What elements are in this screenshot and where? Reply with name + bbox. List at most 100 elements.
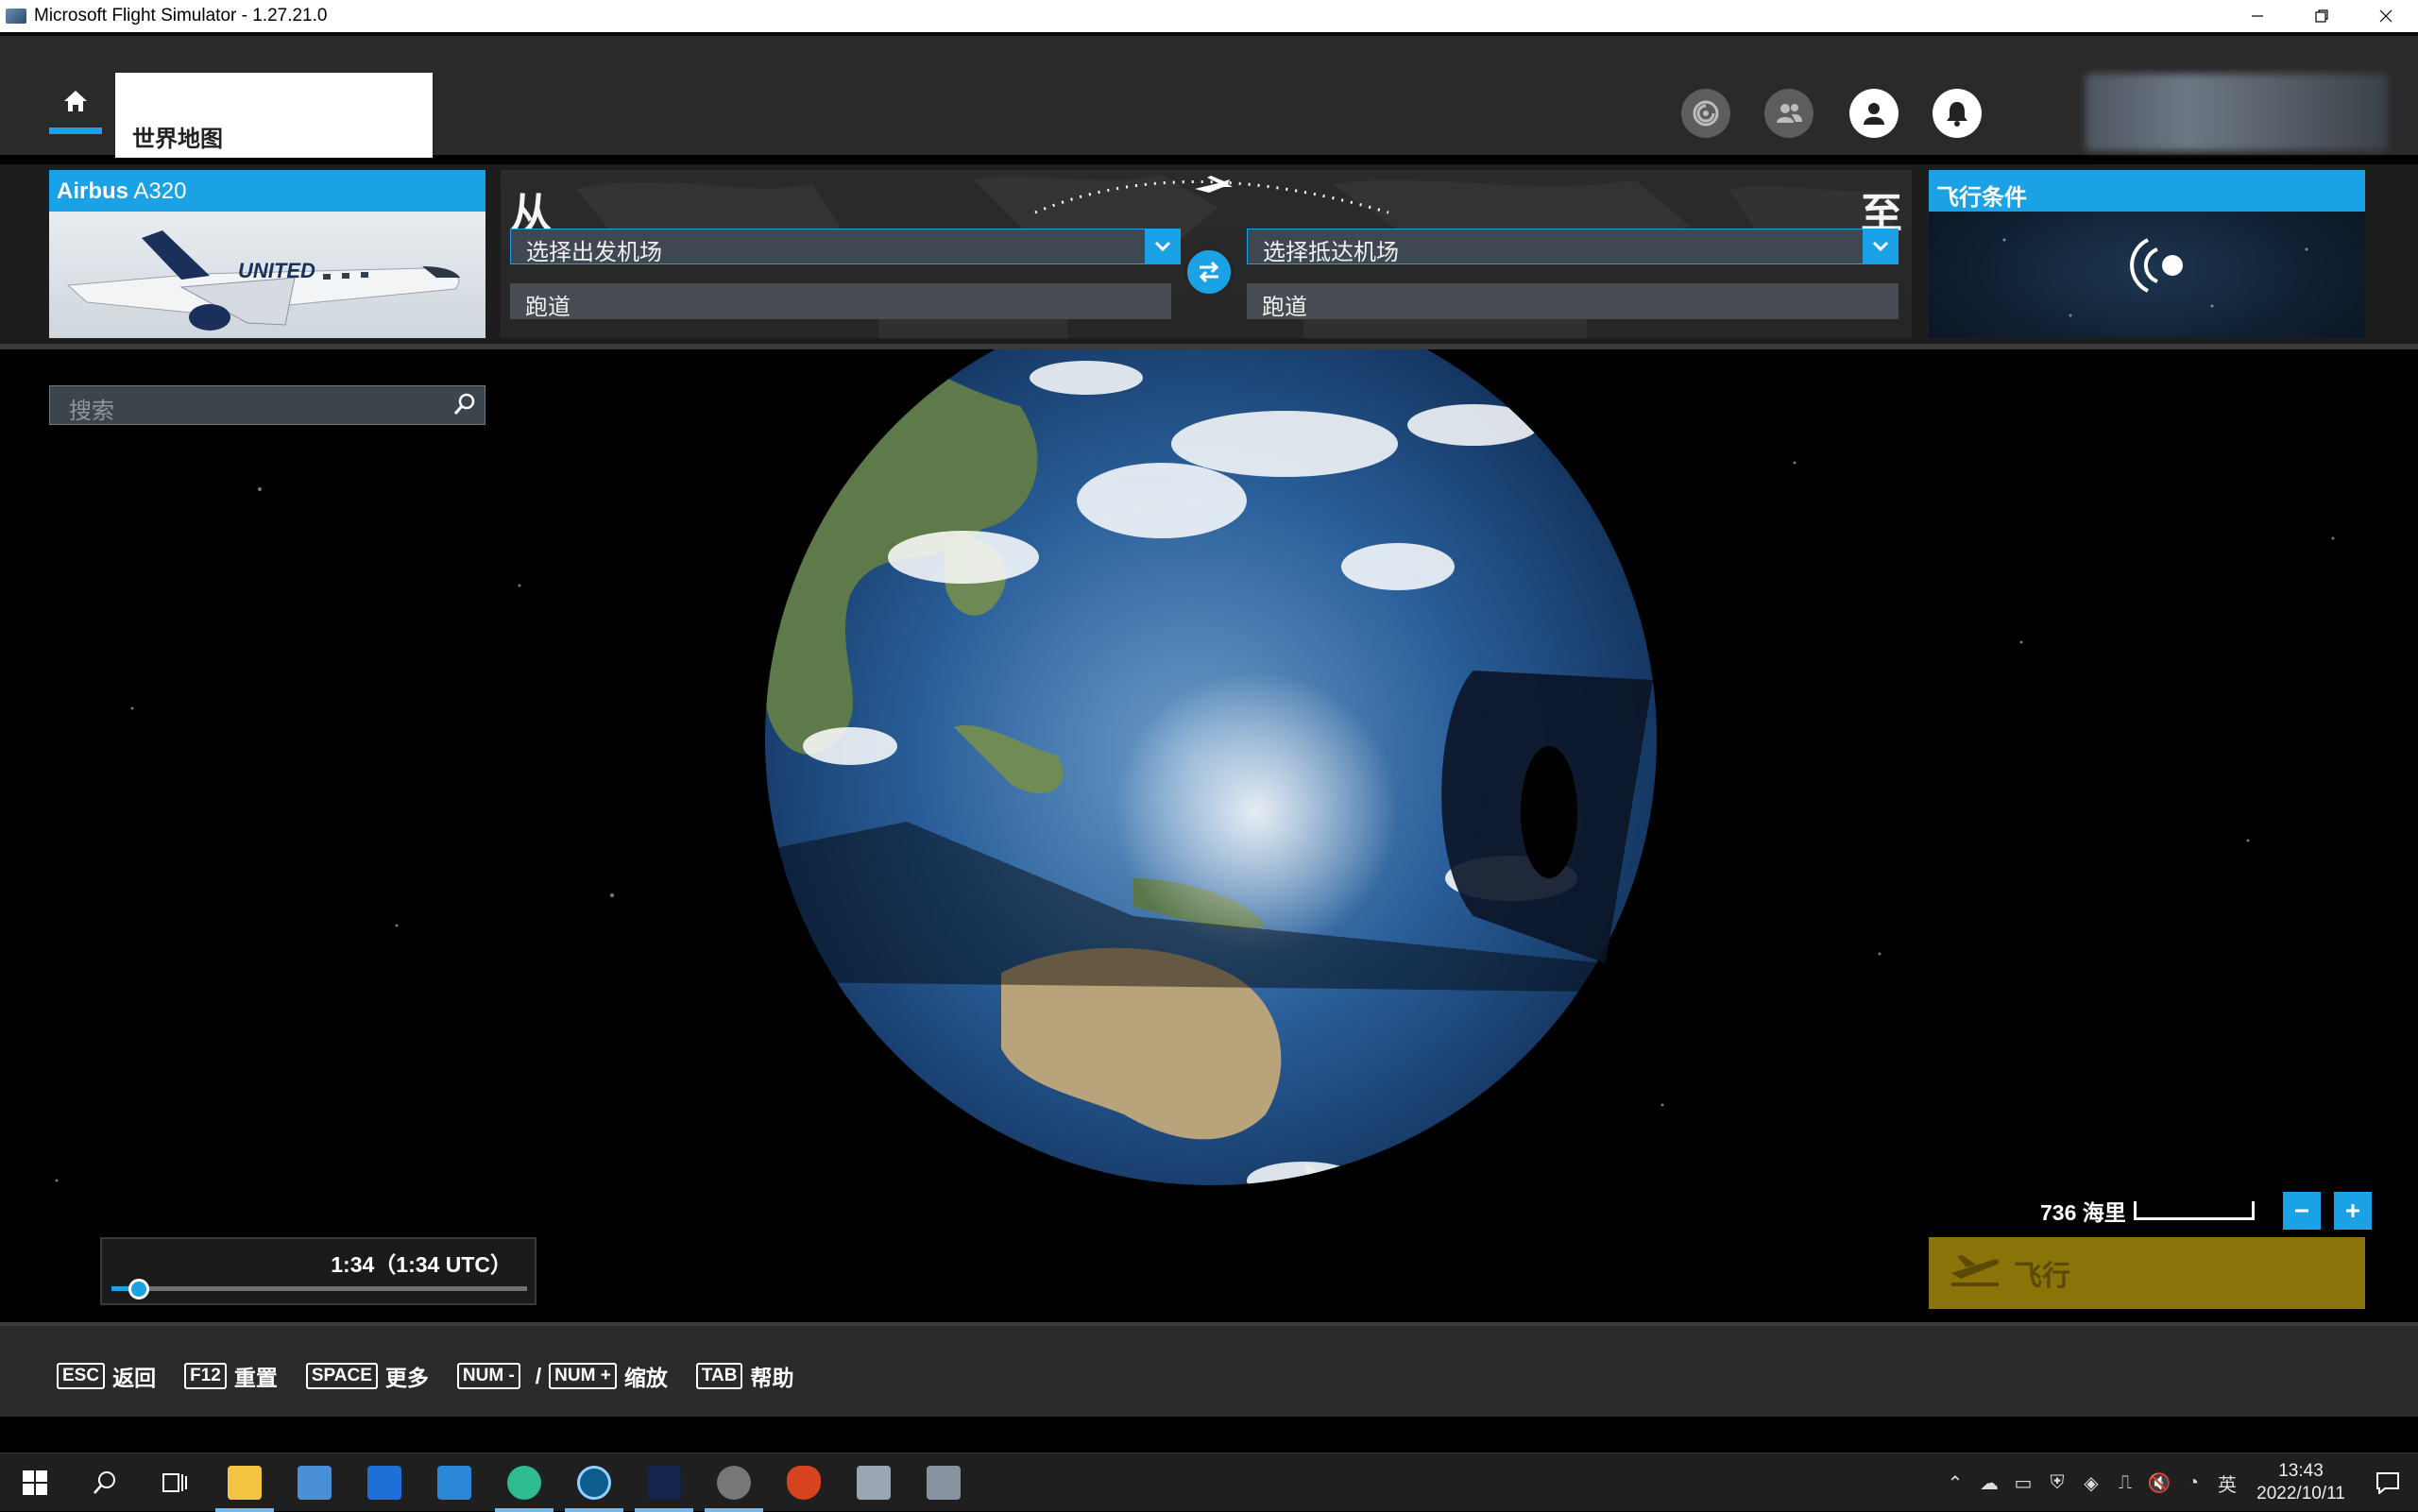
battery-icon[interactable]: ▭ xyxy=(2006,1453,2040,1512)
top-menu-bar: 世界地图 xyxy=(0,32,2418,158)
achievements-icon xyxy=(1693,100,1719,127)
hint-label: 更多 xyxy=(384,1366,429,1390)
taskbar-app-camera[interactable] xyxy=(839,1453,909,1512)
time-slider-thumb[interactable] xyxy=(128,1279,149,1300)
volume-muted-icon[interactable]: 🔇 xyxy=(2142,1453,2176,1512)
hint-zoom[interactable]: NUM - / NUM + 缩放 xyxy=(456,1360,668,1392)
close-button[interactable] xyxy=(2354,0,2418,32)
chevron-up-icon[interactable]: ⌃ xyxy=(1938,1453,1972,1512)
profile-icon xyxy=(1864,103,1884,125)
taskbar-flight-simulator[interactable] xyxy=(629,1453,699,1512)
time-of-day-panel: 1:34（1:34 UTC） xyxy=(100,1237,536,1305)
edge-icon xyxy=(507,1466,541,1500)
swap-airports-button[interactable] xyxy=(1184,247,1234,297)
globe-view[interactable] xyxy=(0,349,2418,1322)
flight-conditions-title: 飞行条件 xyxy=(1929,170,2365,212)
window-title-bar: Microsoft Flight Simulator - 1.27.21.0 xyxy=(0,0,2418,32)
arrival-runway-field[interactable]: 跑道 xyxy=(1247,283,1899,320)
chevron-down-icon xyxy=(1154,241,1171,252)
flight-setup-strip: Airbus A320 UNITED 从 至 选择出发机场 跑道 选择抵达机场 … xyxy=(0,164,2418,349)
hint-label: 缩放 xyxy=(623,1366,668,1390)
departure-airport-select[interactable]: 选择出发机场 xyxy=(510,229,1181,265)
zoom-in-button[interactable] xyxy=(2333,1192,2372,1230)
hint-esc[interactable]: ESC 返回 xyxy=(57,1360,156,1392)
network-icon[interactable]: ⎍ xyxy=(2108,1453,2142,1512)
arrival-airport-select[interactable]: 选择抵达机场 xyxy=(1247,229,1899,265)
taskbar-app-flame[interactable] xyxy=(769,1453,839,1512)
world-map[interactable]: 搜索 736 海里 飞行 1:34（1:34 UTC） xyxy=(0,349,2418,1322)
circle-app-icon xyxy=(577,1466,611,1500)
clock-time: 13:43 xyxy=(2278,1461,2324,1481)
flight-conditions-card[interactable]: 飞行条件 xyxy=(1929,170,2365,338)
security-shield-icon[interactable]: ⛨ xyxy=(2040,1453,2074,1512)
action-center-button[interactable] xyxy=(2358,1453,2418,1512)
restore-button[interactable] xyxy=(2290,0,2354,32)
task-view-button[interactable] xyxy=(140,1453,210,1512)
taskbar-app-camera-2[interactable] xyxy=(909,1453,979,1512)
system-tray: ⌃ ☁ ▭ ⛨ ◈ ⎍ 🔇 ◔ 英 13:43 2022/10/11 xyxy=(1938,1453,2418,1512)
task-view-icon xyxy=(162,1473,187,1492)
profile-button[interactable] xyxy=(1849,89,1899,138)
taskbar-app-circle[interactable] xyxy=(559,1453,629,1512)
app-icon xyxy=(6,8,26,24)
departure-airport-placeholder: 选择出发机场 xyxy=(526,240,662,265)
weather-live-icon xyxy=(2002,238,2308,317)
hint-label: 重置 xyxy=(233,1366,278,1390)
hint-f12[interactable]: F12 重置 xyxy=(184,1360,278,1392)
arrival-dropdown-button[interactable] xyxy=(1863,229,1899,264)
taskbar-app-spinner[interactable] xyxy=(699,1453,769,1512)
departure-runway-field[interactable]: 跑道 xyxy=(510,283,1171,320)
tab-world-map[interactable]: 世界地图 xyxy=(115,73,433,158)
map-scale-controls: 736 海里 xyxy=(2040,1192,2372,1230)
time-of-day-slider[interactable] xyxy=(111,1279,527,1300)
taskbar-app-store[interactable] xyxy=(349,1453,419,1512)
taskbar-search-button[interactable] xyxy=(70,1453,140,1512)
hint-space[interactable]: SPACE 更多 xyxy=(305,1360,429,1392)
taskbar-app-laptop[interactable] xyxy=(280,1453,349,1512)
zoom-out-button[interactable] xyxy=(2282,1192,2321,1230)
cloud-sync-icon[interactable]: ☁ xyxy=(1972,1453,2006,1512)
ime-indicator[interactable]: 英 xyxy=(2210,1453,2244,1512)
mail-icon xyxy=(437,1466,471,1500)
scale-label: 736 海里 xyxy=(2040,1200,2126,1225)
home-button[interactable] xyxy=(49,74,102,134)
fly-button[interactable]: 飞行 xyxy=(1929,1237,2365,1309)
key-label: F12 xyxy=(184,1363,227,1389)
wifi-icon[interactable]: ◔ xyxy=(2176,1453,2210,1512)
folder-icon xyxy=(228,1466,262,1500)
taskbar-app-edge[interactable] xyxy=(489,1453,559,1512)
camera-icon xyxy=(927,1466,961,1500)
home-icon xyxy=(64,90,87,111)
key-label: SPACE xyxy=(305,1363,378,1389)
scale-bar xyxy=(2133,1201,2255,1220)
user-profile-blurred[interactable] xyxy=(2086,74,2388,151)
time-of-day-label: 1:34（1:34 UTC） xyxy=(331,1252,512,1277)
route-selector: 从 至 选择出发机场 跑道 选择抵达机场 跑道 xyxy=(501,170,1912,338)
start-button[interactable] xyxy=(0,1453,70,1512)
search-input[interactable]: 搜索 xyxy=(49,385,485,425)
taskbar-app-mail[interactable] xyxy=(419,1453,489,1512)
hint-tab[interactable]: TAB 帮助 xyxy=(695,1360,793,1392)
key-label: NUM - xyxy=(456,1363,520,1389)
takeoff-icon xyxy=(1948,1250,2002,1296)
achievements-button[interactable] xyxy=(1681,89,1730,138)
notifications-button[interactable] xyxy=(1933,89,1982,138)
search-placeholder: 搜索 xyxy=(69,399,114,424)
keyboard-hint-bar: ESC 返回 F12 重置 SPACE 更多 NUM - / NUM + 缩放 TAB 帮助 xyxy=(0,1322,2418,1417)
hint-label: 返回 xyxy=(112,1366,157,1390)
departure-dropdown-button[interactable] xyxy=(1145,229,1181,264)
notification-icon xyxy=(2376,1472,2399,1494)
search-icon xyxy=(94,1471,115,1494)
arrival-airport-placeholder: 选择抵达机场 xyxy=(1263,240,1399,265)
app-shield-icon[interactable]: ◈ xyxy=(2074,1453,2108,1512)
windows-taskbar: ⌃ ☁ ▭ ⛨ ◈ ⎍ 🔇 ◔ 英 13:43 2022/10/11 xyxy=(0,1453,2418,1512)
minimize-button[interactable] xyxy=(2225,0,2290,32)
aircraft-maker: Airbus xyxy=(57,178,129,204)
aircraft-card[interactable]: Airbus A320 UNITED xyxy=(49,170,485,338)
friends-button[interactable] xyxy=(1764,89,1814,138)
clock-date: 2022/10/11 xyxy=(2256,1484,2345,1504)
camera-icon xyxy=(857,1466,891,1500)
search-icon[interactable] xyxy=(452,392,477,423)
taskbar-file-explorer[interactable] xyxy=(210,1453,280,1512)
clock[interactable]: 13:43 2022/10/11 xyxy=(2244,1460,2358,1505)
